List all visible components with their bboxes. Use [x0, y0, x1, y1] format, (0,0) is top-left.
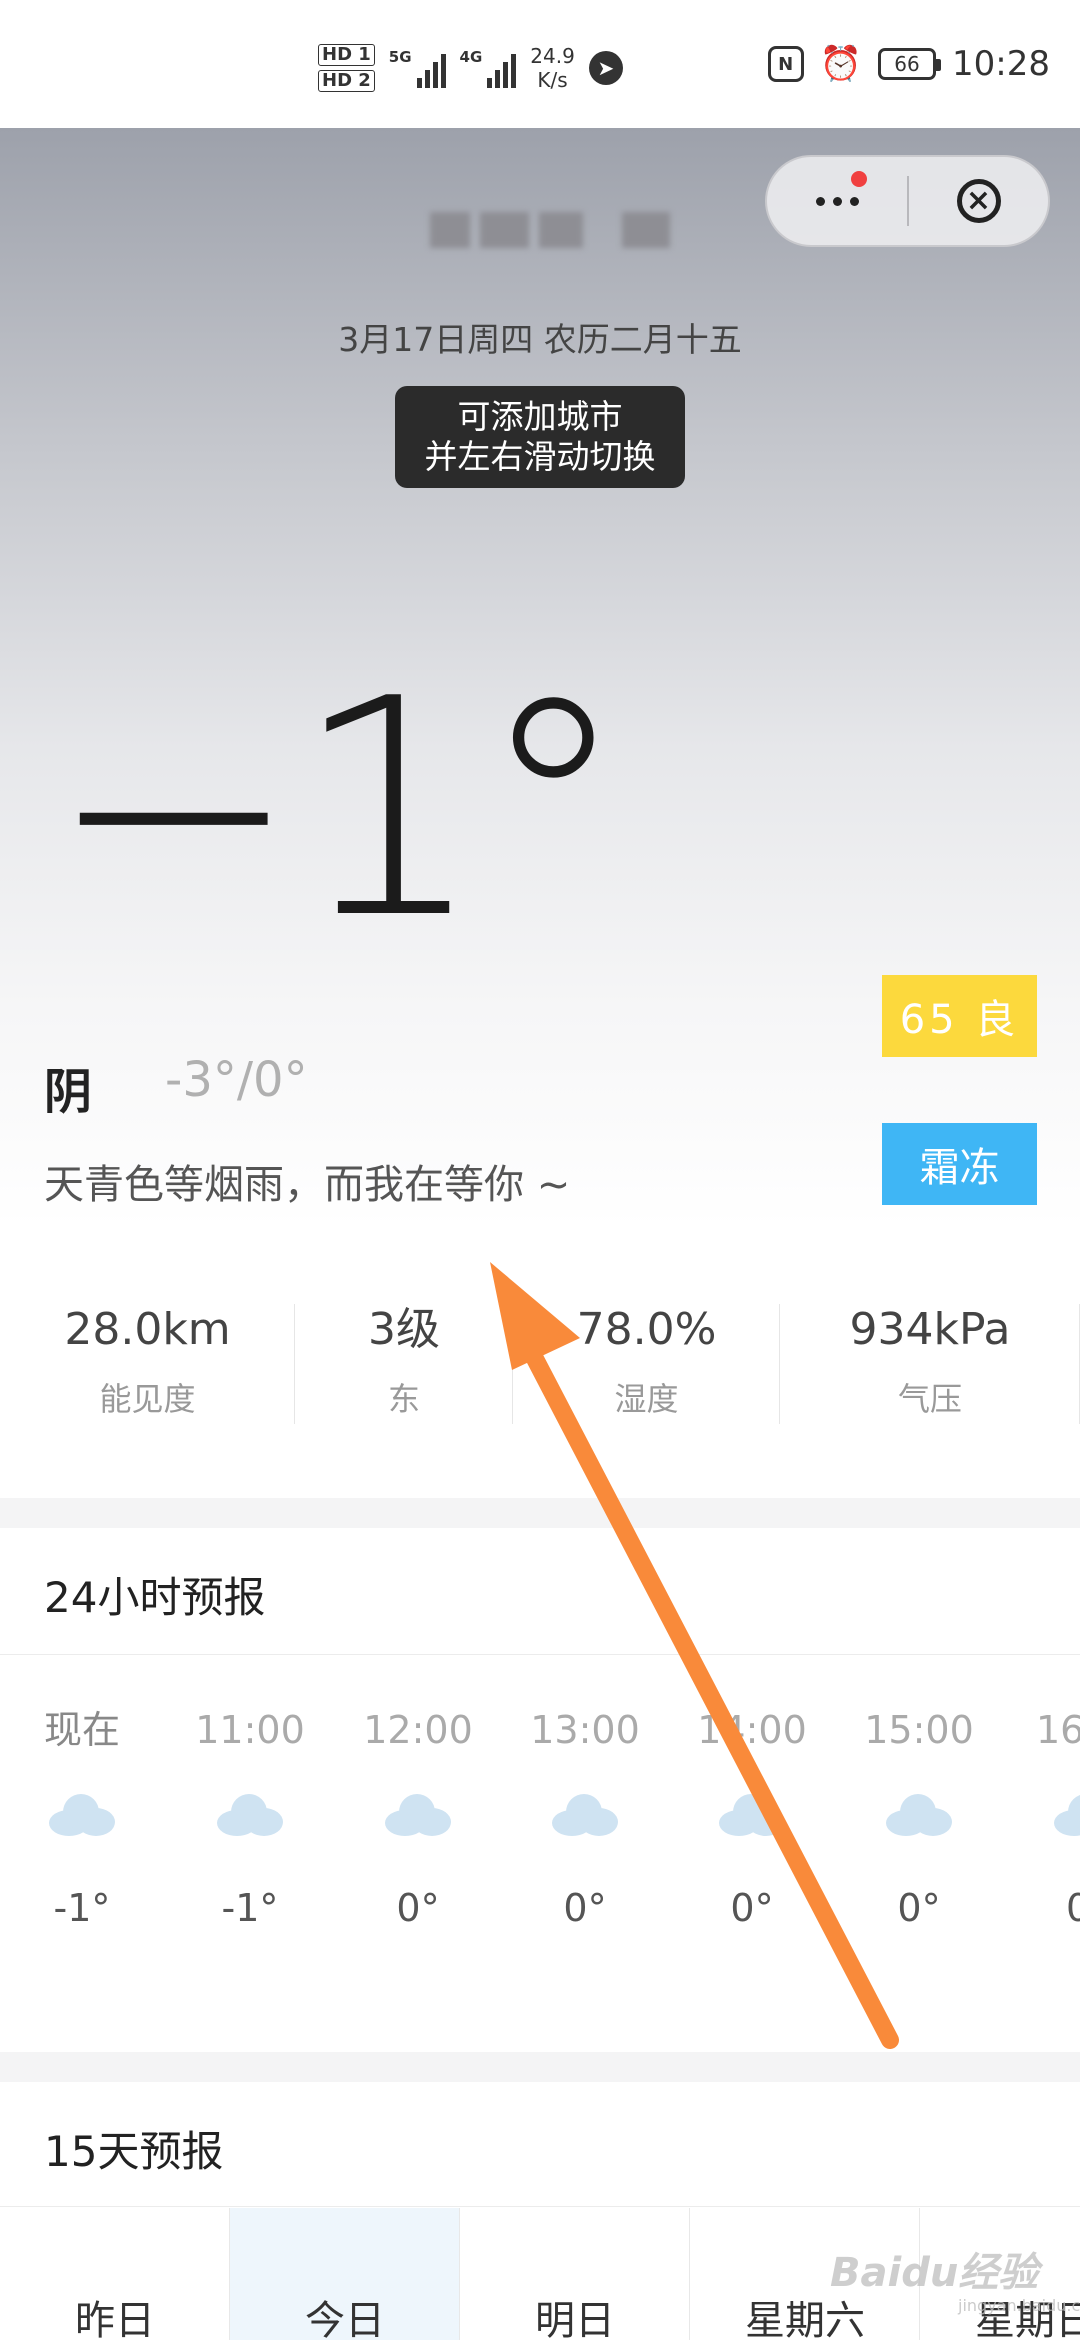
cloud-icon — [886, 1794, 952, 1836]
date-lunar: 3月17日周四 农历二月十五 — [338, 320, 742, 359]
nfc-icon: N — [767, 46, 804, 82]
weather-stats: 28.0km 能见度 3级 东 78.0% 湿度 934kPa 气压 — [0, 1300, 1080, 1430]
temp-range: -3°/0° — [165, 1052, 308, 1108]
divider — [0, 2206, 1080, 2207]
status-bar: HD 1 HD 2 5G 4G 24.9 K/s ➤ N ⏰ 66 10:28 — [0, 0, 1080, 128]
stat-wind: 3级 东 — [295, 1300, 513, 1430]
section-gap — [0, 1498, 1080, 1528]
baidu-watermark: Baidu经验 — [830, 2250, 1039, 2296]
city-name-blurred[interactable] — [430, 212, 670, 258]
baidu-watermark-url: jingyan.baidu.com — [958, 2296, 1080, 2315]
section-gap — [0, 2052, 1080, 2082]
more-icon — [815, 196, 825, 206]
signal-5g-icon: 5G — [389, 48, 446, 88]
hd-indicators: HD 1 HD 2 — [318, 44, 375, 92]
cloud-icon — [719, 1794, 785, 1836]
stat-visibility: 28.0km 能见度 — [0, 1300, 295, 1430]
close-button[interactable]: × — [909, 179, 1048, 223]
hour-item-partial: 16 0 — [1016, 1700, 1080, 1930]
hourly-forecast-title: 24小时预报 — [44, 1573, 266, 1622]
daily-forecast-title: 15天预报 — [44, 2127, 224, 2176]
frost-warning-badge[interactable]: 霜冻 — [882, 1123, 1037, 1205]
add-city-tooltip: 可添加城市 并左右滑动切换 — [395, 386, 685, 488]
notification-dot — [851, 171, 867, 187]
day-tab-today[interactable]: 今日 — [230, 2208, 460, 2344]
day-tab-yesterday[interactable]: 昨日 — [0, 2208, 230, 2344]
divider — [0, 1654, 1080, 1655]
hour-item: 11:00 -1° — [195, 1708, 305, 1930]
battery-icon: 66 — [878, 48, 942, 80]
hour-item: 14:00 0° — [697, 1708, 807, 1930]
status-left: HD 1 HD 2 5G 4G 24.9 K/s ➤ — [318, 44, 623, 92]
close-circle-icon: × — [956, 179, 1001, 223]
stat-pressure: 934kPa 气压 — [780, 1300, 1080, 1430]
hd1-badge: HD 1 — [318, 44, 375, 66]
status-right: N ⏰ 66 10:28 — [767, 44, 1050, 84]
hour-item: 13:00 0° — [530, 1708, 640, 1930]
signal-4g-icon: 4G — [460, 48, 517, 88]
stat-humidity: 78.0% 湿度 — [513, 1300, 780, 1430]
aqi-badge[interactable]: 65 良 — [882, 975, 1037, 1057]
hour-item: 现在 -1° — [43, 1708, 120, 1930]
mini-program-capsule: × — [765, 155, 1050, 247]
cloud-icon — [552, 1794, 618, 1836]
cloud-icon — [385, 1794, 451, 1836]
day-tab-tomorrow[interactable]: 明日 — [460, 2208, 690, 2344]
network-speed: 24.9 K/s — [530, 44, 575, 92]
cloud-icon — [49, 1794, 115, 1836]
hd2-badge: HD 2 — [318, 70, 375, 92]
weather-condition: 阴 — [44, 1064, 93, 1120]
clock-time: 10:28 — [952, 44, 1050, 84]
hourly-forecast[interactable]: 现在 -1° 11:00 -1° 12:00 0° 13:00 0° 14:00… — [0, 1700, 1080, 1990]
location-arrow-icon: ➤ — [588, 51, 623, 85]
alarm-icon: ⏰ — [819, 44, 863, 84]
hour-item: 15:00 0° — [864, 1708, 974, 1930]
more-button[interactable] — [767, 157, 907, 245]
hour-item: 12:00 0° — [363, 1708, 473, 1930]
cloud-icon — [1054, 1794, 1080, 1836]
cloud-icon — [217, 1794, 283, 1836]
weather-quote: 天青色等烟雨，而我在等你 ~ — [44, 1162, 571, 1208]
current-temperature: −1° — [48, 635, 628, 984]
